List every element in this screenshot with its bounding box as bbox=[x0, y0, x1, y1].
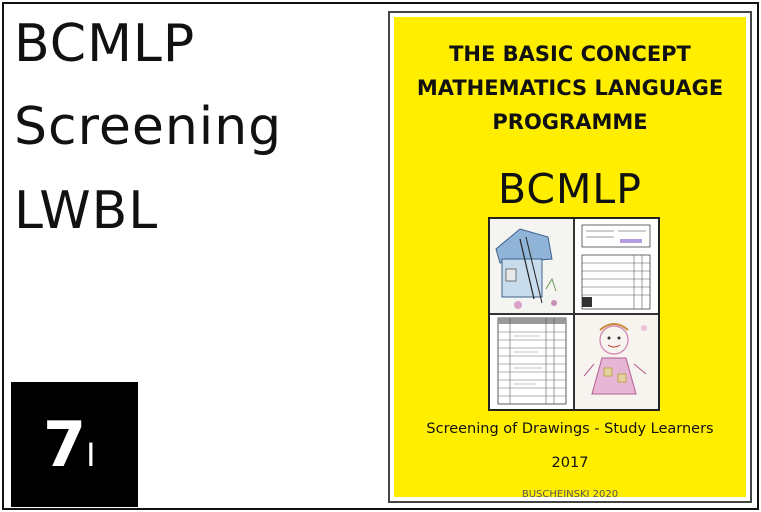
cover-credit: BUSCHEINSKI 2020 bbox=[521, 489, 619, 500]
cover-abbreviation: BCMLP bbox=[498, 165, 642, 213]
checklist-table-image bbox=[490, 314, 574, 409]
drawings-collage bbox=[488, 217, 660, 411]
number-badge: 7I bbox=[11, 382, 138, 507]
badge-number-wrap: 7I bbox=[43, 410, 96, 490]
screening-form-image bbox=[574, 219, 658, 314]
house-drawing-image bbox=[490, 219, 574, 314]
badge-number: 7 bbox=[43, 408, 87, 481]
cover-title-line-3: PROGRAMME bbox=[492, 110, 648, 134]
cover-subtitle: Screening of Drawings - Study Learners bbox=[426, 421, 714, 437]
title-line-1: BCMLP bbox=[14, 14, 196, 74]
title-line-3: LWBL bbox=[14, 181, 159, 241]
cover-title-line-1: THE BASIC CONCEPT bbox=[449, 42, 691, 66]
cover-title: THE BASIC CONCEPT MATHEMATICS LANGUAGE P… bbox=[394, 37, 746, 139]
book-cover: THE BASIC CONCEPT MATHEMATICS LANGUAGE P… bbox=[388, 11, 752, 503]
figure-drawing-image bbox=[574, 314, 658, 409]
badge-suffix: I bbox=[86, 436, 96, 474]
cover-title-line-2: MATHEMATICS LANGUAGE bbox=[416, 76, 724, 100]
title-line-2: Screening bbox=[14, 97, 283, 157]
cover-year: 2017 bbox=[551, 455, 589, 471]
cover-yellow-panel: THE BASIC CONCEPT MATHEMATICS LANGUAGE P… bbox=[394, 17, 746, 500]
collage-divider-horizontal bbox=[490, 313, 658, 315]
